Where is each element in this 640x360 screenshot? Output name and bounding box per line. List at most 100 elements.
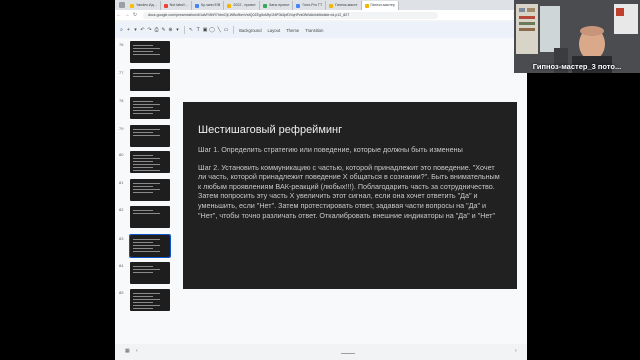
webcam-caption: Гипноз-мастер_3 пото... [532,62,622,71]
slide-number: 78 [119,98,124,103]
browser-tab[interactable]: Гипноз-масте [326,1,362,10]
bottom-bar: ▦ ‹ › [115,344,527,360]
image-icon[interactable]: ▣ [202,27,209,33]
thumbnail-text-line [133,155,153,156]
thumbnail-text-line [133,110,160,111]
toolbar-button-theme[interactable]: Theme [283,28,302,33]
reload-icon[interactable]: ↻ [131,12,139,18]
search-menus-icon[interactable]: ⌕ [118,27,125,33]
browser-tab[interactable]: 2022 - проект [224,1,260,10]
thumbnail-text-line [133,101,153,102]
comment-icon[interactable]: ▭ [223,27,230,33]
new-slide-dropdown-icon[interactable]: ▾ [132,27,139,33]
tab-label: Чаты проект [268,3,290,7]
filmstrip-slide[interactable]: 84 [115,262,175,286]
tab-label: Not tabs!!... [169,3,188,7]
slide-thumbnail[interactable] [130,151,170,173]
grid-view-icon[interactable]: ▦ [125,348,130,354]
thumbnail-text-line [133,48,160,49]
thumbnail-text-line [133,129,160,130]
undo-icon[interactable]: ↶ [139,27,146,33]
filmstrip-slide[interactable]: 76 [115,41,175,65]
thumbnail-text-line [133,183,160,184]
filmstrip-slide[interactable]: 83 [115,234,175,259]
slide-thumbnail[interactable] [130,69,170,91]
redo-icon[interactable]: ↷ [146,27,153,33]
slide-thumbnail[interactable] [130,179,170,201]
browser-tab[interactable]: Yandex.Ид... [127,1,161,10]
thumbnail-text-line [133,73,160,74]
line-icon[interactable]: ╲ [216,27,223,33]
thumbnail-text-line [133,210,153,211]
tab-label: Ку-чкни Е!B [201,3,221,7]
thumbnail-text-line [133,132,153,133]
thumbnail-text-line [133,113,153,114]
filmstrip-slide[interactable]: 82 [115,206,175,230]
thumbnail-text-line [133,158,160,159]
thumbnail-text-line [133,242,153,243]
thumbnail-text-line [133,51,153,52]
slide-thumbnail[interactable] [130,41,170,63]
url-field[interactable]: docs.google.com/presentation/d/1aMY8hR7h… [143,11,438,19]
browser-tab[interactable]: Чаты проект [260,1,294,10]
speaker-notes-handle[interactable] [341,353,355,354]
new-slide-icon[interactable]: + [125,27,132,33]
thumbnail-text-line [133,54,160,55]
slide-thumbnail[interactable] [130,206,170,228]
zoom-icon[interactable]: ⊕ [167,27,174,33]
slide-number: 84 [119,263,124,268]
thumbnail-text-line [133,107,153,108]
browser-tab[interactable]: Голо.Pro TT [293,1,327,10]
filmstrip-slide[interactable]: 80 [115,151,175,175]
tab-label: Голо.Pro TT [302,3,323,7]
slide-thumbnail[interactable] [130,97,170,119]
print-icon[interactable]: ⎙ [153,27,160,33]
slide-step-2: Шаг 2. Установить коммуникацию с частью,… [198,162,500,220]
toolbar-button-layout[interactable]: Layout [265,28,284,33]
slide-number: 81 [119,180,124,185]
browser-tab[interactable]: Ку-чкни Е!B [192,1,225,10]
thumbnail-text-line [133,272,153,273]
tab-favicon-icon [364,3,369,8]
current-slide[interactable]: Шестишаговый рефрейминг Шаг 1. Определит… [183,102,517,289]
toolbar-button-transition[interactable]: Transition [302,28,326,33]
slide-thumbnail[interactable] [130,262,170,284]
filmstrip-slide[interactable]: 85 [115,289,175,313]
slide-thumbnail[interactable] [129,234,171,258]
thumbnail-text-line [133,296,153,297]
tab-favicon-icon [227,3,232,8]
thumbnail-text-line [133,164,160,165]
tab-search-icon[interactable] [119,2,125,8]
thumbnail-text-line [133,248,153,249]
slide-thumbnail[interactable] [130,289,170,311]
tab-list: Yandex.Ид... Not tabs!!... Ку-чкни Е!B 2022… [127,0,399,10]
browser-tab[interactable]: Not tabs!!... [161,1,192,10]
thumbnail-text-line [133,186,153,187]
filmstrip-slide[interactable]: 81 [115,179,175,203]
zoom-dropdown-icon[interactable]: ▾ [174,27,181,33]
text-box-icon[interactable]: T [195,27,202,33]
shape-icon[interactable]: ◯ [209,27,216,33]
slide-number: 76 [119,42,124,47]
filmstrip-slide[interactable]: 77 [115,69,175,93]
slide-canvas: Шестишаговый рефрейминг Шаг 1. Определит… [175,38,527,344]
select-pointer-icon[interactable]: ↖ [188,27,195,33]
back-icon[interactable]: ← [115,12,123,18]
toolbar-text-buttons: Background Layout Theme Transition [236,28,326,33]
tab-favicon-icon [329,3,334,8]
filmstrip-view-icon[interactable]: ‹ [136,348,138,354]
slide-title: Шестишаговый рефрейминг [198,124,343,136]
filmstrip-slide[interactable]: 78 [115,97,175,121]
address-bar: ← → ↻ docs.google.com/presentation/d/1aM… [115,10,527,20]
tab-favicon-icon [163,3,168,8]
slide-number: 79 [119,126,124,131]
thumbnail-text-line [133,161,153,162]
toolbar-button-background[interactable]: Background [236,28,264,33]
expand-panel-icon[interactable]: › [515,348,517,354]
thumbnail-text-line [133,76,153,77]
paint-format-icon[interactable]: ✎ [160,27,167,33]
slide-thumbnail[interactable] [130,125,170,147]
browser-tab[interactable]: Гипноз-мастер [361,1,399,10]
filmstrip-slide[interactable]: 79 [115,125,175,149]
forward-icon[interactable]: → [123,12,131,18]
